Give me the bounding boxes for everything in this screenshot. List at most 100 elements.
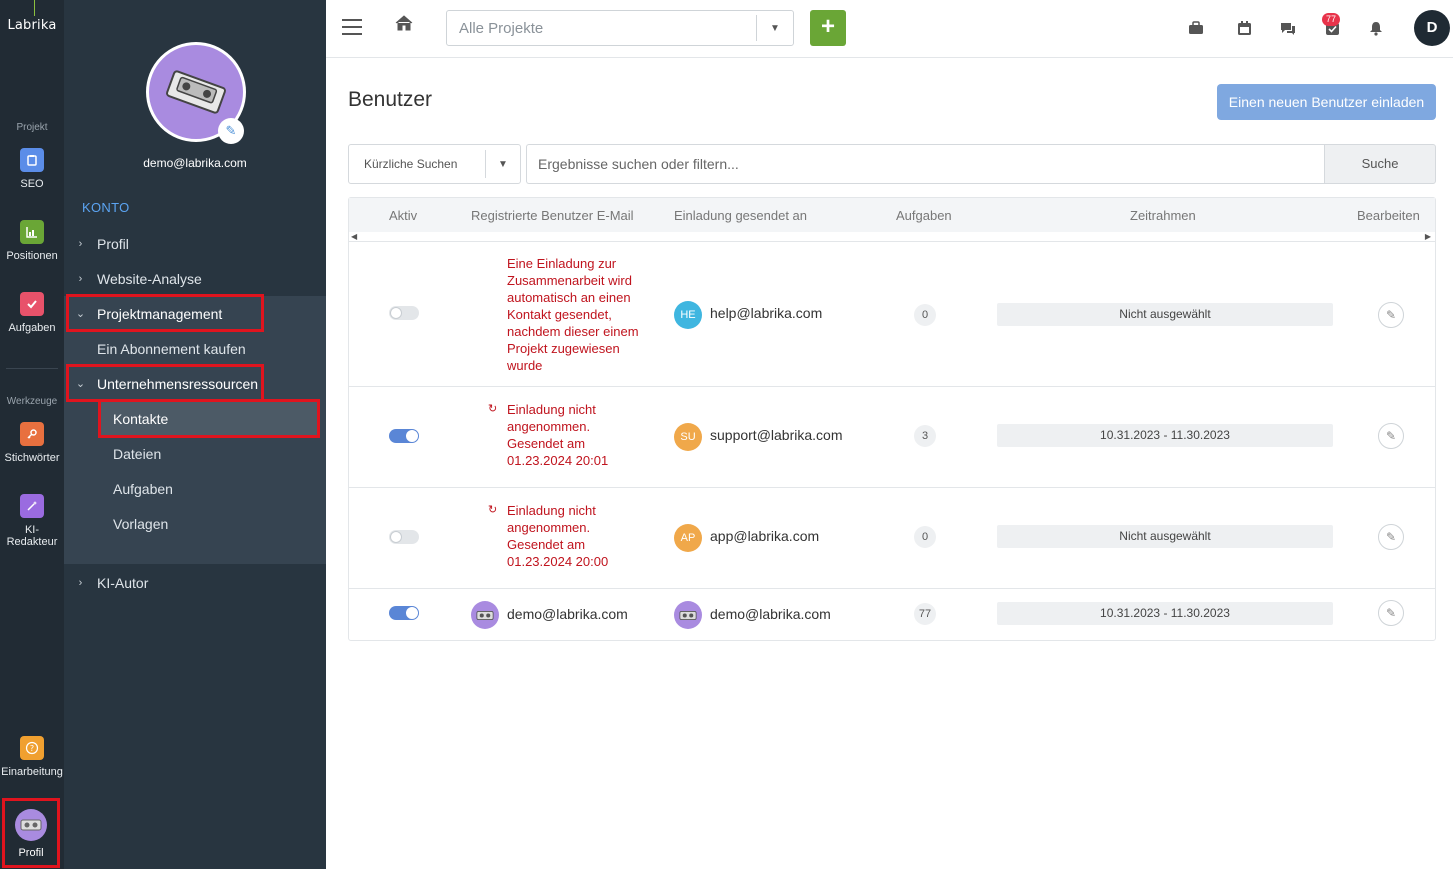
task-count: 0 (914, 304, 936, 326)
svg-text:?: ? (30, 744, 34, 753)
rail-profile[interactable]: Profil (2, 798, 60, 868)
sidebar-item-vorlagen[interactable]: Vorlagen (64, 506, 326, 541)
active-toggle[interactable] (389, 306, 419, 320)
sidebar-item-abonnement[interactable]: Ein Abonnement kaufen (64, 331, 326, 366)
avatar: SU (674, 423, 702, 451)
rail-item-label: Einarbeitung (1, 766, 63, 778)
column-header[interactable]: Zeitrahmen (1130, 208, 1196, 223)
period-field: 10.31.2023 - 11.30.2023 (997, 424, 1333, 447)
sidebar-item-dateien[interactable]: Dateien (64, 436, 326, 471)
users-table: Aktiv Registrierte Benutzer E-Mail Einla… (348, 197, 1436, 641)
chevron-right-icon: › (78, 237, 83, 250)
highlight-box (98, 399, 320, 438)
period-field: Nicht ausgewählt (997, 525, 1333, 548)
chevron-right-icon: › (78, 272, 83, 285)
chat-icon[interactable] (1278, 18, 1298, 38)
rail-item-ki-redakteur[interactable]: KI- Redakteur (0, 494, 64, 548)
invite-email: app@labrika.com (710, 528, 820, 544)
task-count: 0 (914, 526, 936, 548)
avatar (471, 601, 499, 629)
project-select[interactable]: Alle Projekte ▼ (446, 10, 794, 46)
rail-item-aufgaben[interactable]: Aufgaben (0, 292, 64, 334)
help-icon: ? (20, 736, 44, 760)
scroll-right-icon[interactable]: ▶ (1425, 232, 1431, 241)
sidebar-item-aufgaben[interactable]: Aufgaben (64, 471, 326, 506)
caret-down-icon: ▼ (770, 22, 780, 34)
pending-icon: ↻ (488, 403, 498, 415)
check-icon (20, 292, 44, 316)
period-field: Nicht ausgewählt (997, 303, 1333, 326)
invite-email: demo@labrika.com (710, 606, 831, 622)
top-bar: Alle Projekte ▼ + 77 D (326, 0, 1453, 58)
home-icon[interactable] (394, 14, 414, 38)
user-menu-avatar[interactable]: D (1414, 10, 1450, 46)
sidebar-item-profil[interactable]: › Profil (64, 226, 326, 261)
task-count: 77 (914, 603, 936, 625)
table-row: ↻ Einladung nicht angenommen. Gesendet a… (349, 487, 1435, 588)
table-row: ↻ Einladung nicht angenommen. Gesendet a… (349, 386, 1435, 487)
magic-wand-icon (20, 494, 44, 518)
task-count: 3 (914, 425, 936, 447)
invite-user-button[interactable]: Einen neuen Benutzer einladen (1217, 84, 1436, 120)
column-header[interactable]: Bearbeiten (1357, 208, 1420, 223)
table-header: Aktiv Registrierte Benutzer E-Mail Einla… (349, 198, 1435, 232)
rail-item-positionen[interactable]: Positionen (0, 220, 64, 262)
rail-section-tools: Werkzeuge (6, 396, 58, 407)
rail-item-stichwoerter[interactable]: Stichwörter (0, 422, 64, 464)
rail-divider (6, 368, 58, 369)
rail-item-einarbeitung[interactable]: ? Einarbeitung (0, 736, 64, 778)
active-toggle[interactable] (389, 530, 419, 544)
invitation-note: Eine Einladung zur Zusammenarbeit wird a… (507, 256, 639, 373)
sidebar-item-website-analyse[interactable]: › Website-Analyse (64, 261, 326, 296)
avatar: HE (674, 301, 702, 329)
pencil-icon[interactable]: ✎ (218, 118, 244, 144)
rail-item-label: Positionen (6, 250, 58, 262)
column-header[interactable]: Aktiv (389, 208, 417, 223)
edit-button[interactable]: ✎ (1378, 302, 1404, 328)
edit-button[interactable]: ✎ (1378, 600, 1404, 626)
sidebar-item-ki-autor[interactable]: › KI-Autor (64, 565, 326, 600)
chart-icon (20, 220, 44, 244)
account-sidebar: ✎ demo@labrika.com KONTO › Profil › Webs… (64, 0, 326, 869)
search-button[interactable]: Suche (1324, 144, 1436, 184)
add-button[interactable]: + (810, 10, 846, 46)
table-row: Eine Einladung zur Zusammenarbeit wird a… (349, 241, 1435, 386)
page-title: Benutzer (348, 88, 433, 111)
horizontal-scrollbar[interactable]: ◀ ▶ (349, 232, 1435, 241)
invite-email: help@labrika.com (710, 305, 823, 321)
edit-button[interactable]: ✎ (1378, 423, 1404, 449)
column-header[interactable]: Registrierte Benutzer E-Mail (471, 208, 634, 223)
period-field: 10.31.2023 - 11.30.2023 (997, 602, 1333, 625)
active-toggle[interactable] (389, 606, 419, 620)
briefcase-icon[interactable] (1186, 18, 1206, 38)
pending-icon: ↻ (488, 504, 498, 516)
hamburger-menu-icon[interactable] (342, 19, 362, 40)
column-header[interactable]: Einladung gesendet an (674, 208, 807, 223)
avatar (674, 601, 702, 629)
search-input[interactable] (526, 144, 1325, 184)
scroll-left-icon[interactable]: ◀ (351, 232, 357, 241)
sidebar-section-konto: KONTO (82, 200, 130, 215)
column-header[interactable]: Aufgaben (896, 208, 952, 223)
edit-button[interactable]: ✎ (1378, 524, 1404, 550)
app-logo[interactable]: Labrika (0, 18, 64, 33)
calendar-icon[interactable] (1234, 18, 1254, 38)
active-toggle[interactable] (389, 429, 419, 443)
highlight-box (66, 294, 264, 332)
invitation-note: Einladung nicht angenommen. Gesendet am … (507, 402, 609, 468)
bell-icon[interactable] (1366, 18, 1386, 38)
invite-email: support@labrika.com (710, 427, 843, 443)
chevron-right-icon: › (78, 576, 83, 589)
rail-item-label: Stichwörter (4, 452, 60, 464)
avatar: AP (674, 524, 702, 552)
sidebar-user-email: demo@labrika.com (143, 156, 247, 170)
rail-profile-label: Profil (18, 847, 44, 859)
recent-searches-select[interactable]: Kürzliche Suchen ▼ (348, 144, 521, 184)
rail-section-project: Projekt (16, 122, 48, 133)
left-rail: Labrika Projekt SEO Positionen Aufgaben … (0, 0, 64, 869)
tasks-badge: 77 (1322, 13, 1340, 26)
highlight-box (66, 364, 264, 402)
rail-item-label: SEO (20, 178, 44, 190)
rail-item-label: KI- (24, 524, 40, 536)
rail-item-seo[interactable]: SEO (0, 148, 64, 190)
